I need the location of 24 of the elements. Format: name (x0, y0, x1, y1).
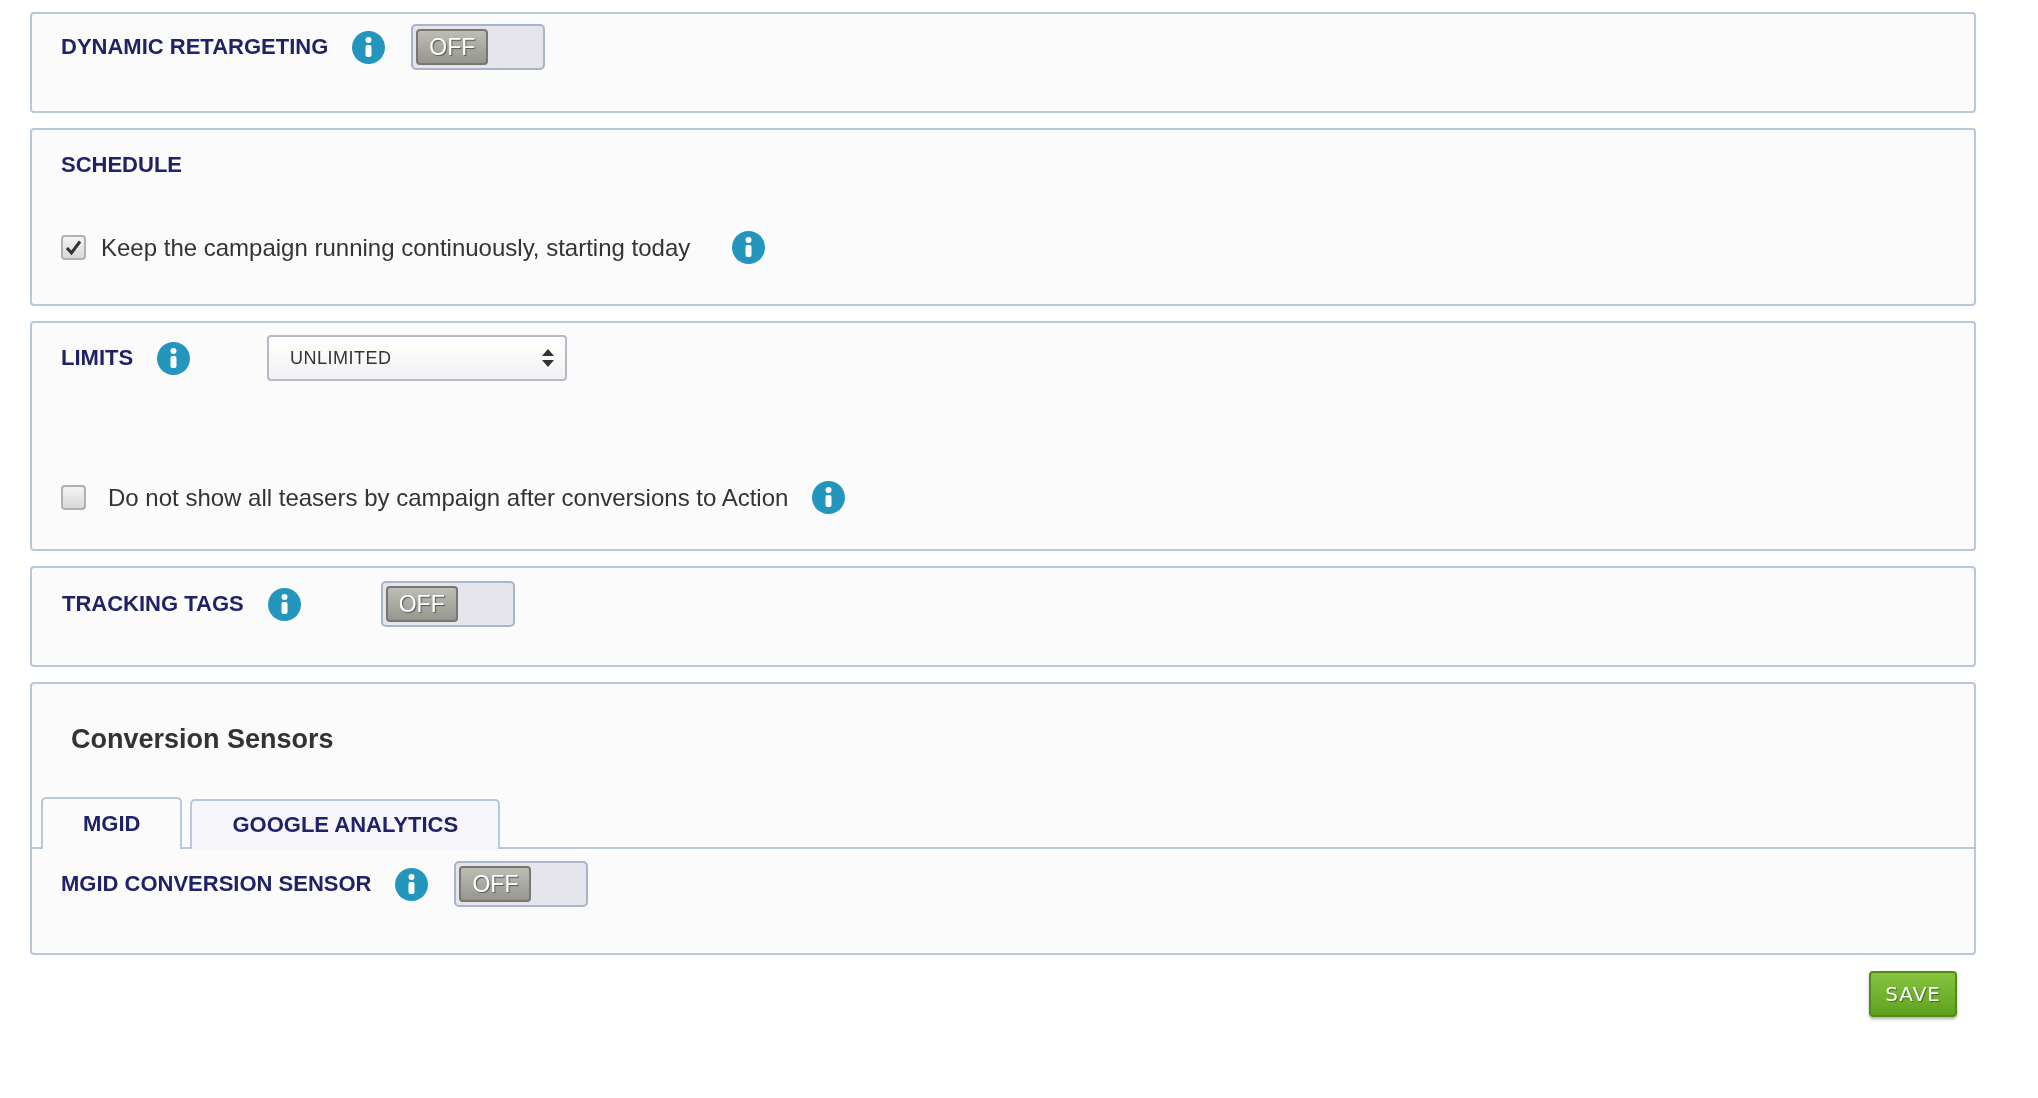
section-title: TRACKING TAGS (62, 591, 244, 617)
sort-arrows-icon (541, 348, 556, 368)
section-title: DYNAMIC RETARGETING (61, 34, 329, 60)
toggle-switch[interactable]: OFF (411, 24, 546, 70)
limit-select[interactable]: UNLIMITED (267, 335, 568, 381)
info-icon[interactable] (732, 231, 766, 264)
section-title: SCHEDULE (61, 152, 182, 178)
info-icon[interactable] (812, 481, 846, 514)
toggle-switch[interactable]: OFF (380, 581, 515, 627)
checkbox-label: Do not show all teasers by campaign after conversions to Action (108, 483, 789, 512)
checkbox[interactable] (61, 485, 86, 510)
tab[interactable]: MGID (41, 797, 183, 849)
info-icon[interactable] (395, 867, 429, 901)
section-heading: Conversion Sensors (71, 724, 334, 754)
tab[interactable]: GOOGLE ANALYTICS (190, 799, 501, 849)
info-icon[interactable] (157, 341, 191, 375)
section-title: LIMITS (61, 345, 134, 371)
checkbox-label: Keep the campaign running continuously, starting today (101, 233, 691, 262)
checkbox[interactable] (61, 235, 86, 260)
toggle-switch[interactable]: OFF (454, 861, 589, 907)
save-button[interactable]: SAVE (1869, 971, 1957, 1017)
section-title: MGID CONVERSION SENSOR (61, 871, 372, 897)
info-icon[interactable] (352, 30, 386, 64)
info-icon[interactable] (267, 587, 301, 621)
